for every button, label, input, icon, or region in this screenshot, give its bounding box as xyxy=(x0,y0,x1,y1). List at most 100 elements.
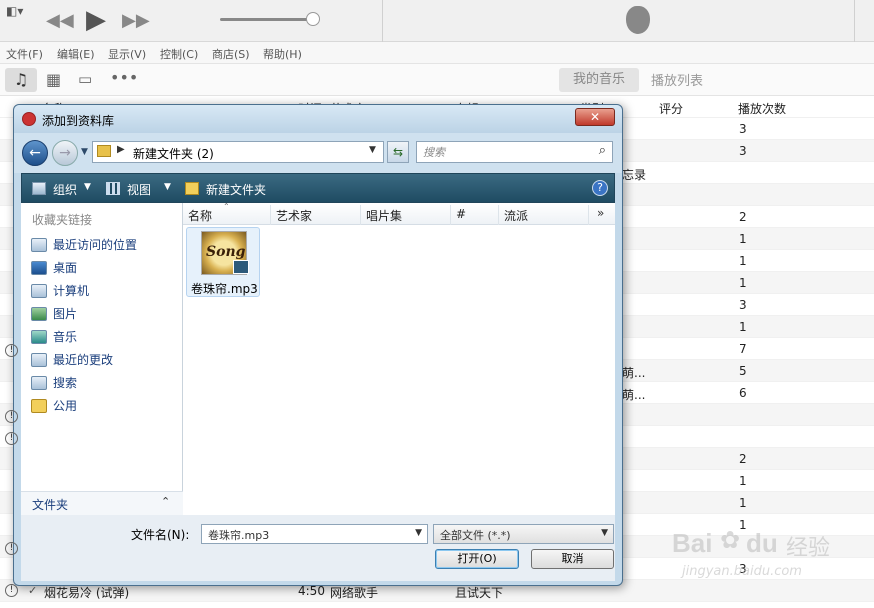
genre-cell: 萌... xyxy=(622,388,646,402)
plays-cell: 7 xyxy=(739,342,747,356)
path-dropdown-icon[interactable]: ▼ xyxy=(369,145,376,155)
watermark-url: jingyan.baidu.com xyxy=(682,564,802,579)
column-genre[interactable]: 流派 xyxy=(499,205,589,225)
history-dropdown-icon[interactable]: ▼ xyxy=(81,147,88,157)
filename-input[interactable]: 卷珠帘.mp3 ▼ xyxy=(201,524,428,544)
address-bar-area: ← → ▼ ▶ 新建文件夹 (2) ▼ ⇆ 搜索 ⌕ xyxy=(14,133,622,173)
filetype-value: 全部文件 (*.*) xyxy=(440,529,511,542)
song-name: 烟花易冷 (试弹) xyxy=(44,586,130,600)
header-rating[interactable]: 评分 xyxy=(659,100,683,117)
info-icon[interactable]: ! xyxy=(5,410,18,423)
previous-icon[interactable]: ◀◀ xyxy=(46,10,74,31)
info-icon[interactable]: ! xyxy=(5,432,18,445)
movies-icon[interactable]: ▦ xyxy=(46,70,61,89)
file-item[interactable]: Song 卷珠帘.mp3 xyxy=(186,227,260,297)
nav-item-searches[interactable]: 搜索 xyxy=(31,374,77,391)
dialog-title: 添加到资料库 xyxy=(42,114,115,128)
volume-knob[interactable] xyxy=(306,12,320,26)
info-icon[interactable]: ! xyxy=(5,584,18,597)
more-columns-icon[interactable]: » xyxy=(597,206,604,220)
volume-slider[interactable] xyxy=(220,12,320,26)
menu-bar: 文件(F) 编辑(E) 显示(V) 控制(C) 商店(S) 帮助(H) xyxy=(0,42,874,64)
navigation-pane: 收藏夹链接 最近访问的位置 桌面 计算机 图片 音乐 最近的更改 搜索 公用 文… xyxy=(21,203,183,515)
music-note-icon[interactable]: ♫ xyxy=(5,68,37,92)
chevron-up-icon[interactable]: ⌃ xyxy=(161,495,170,508)
plays-cell: 1 xyxy=(739,254,747,268)
computer-icon xyxy=(31,283,47,298)
plays-cell: 1 xyxy=(739,276,747,290)
dialog-footer: 文件名(N): 卷珠帘.mp3 ▼ 全部文件 (*.*) ▼ 打开(O) 取消 xyxy=(21,515,615,581)
header-plays[interactable]: 播放次数 xyxy=(738,100,786,117)
apple-logo-icon xyxy=(626,6,650,34)
view-button[interactable]: 视图 xyxy=(127,181,151,198)
info-icon[interactable]: ! xyxy=(5,542,18,555)
menu-store[interactable]: 商店(S) xyxy=(212,46,250,62)
folder-icon xyxy=(97,145,111,157)
watermark-brand: Bai xyxy=(672,528,713,558)
plays-cell: 5 xyxy=(739,364,747,378)
nav-item-music[interactable]: 音乐 xyxy=(31,328,77,345)
cancel-button[interactable]: 取消 xyxy=(531,549,614,569)
filetype-dropdown-icon[interactable]: ▼ xyxy=(601,528,608,538)
column-number[interactable]: # xyxy=(451,205,499,225)
filename-dropdown-icon[interactable]: ▼ xyxy=(415,528,422,538)
menu-help[interactable]: 帮助(H) xyxy=(263,46,302,62)
display-divider xyxy=(382,0,383,42)
column-album[interactable]: 唱片集 xyxy=(361,205,451,225)
sidebar-toggle-icon[interactable]: ◧▾ xyxy=(6,4,23,18)
forward-icon[interactable]: → xyxy=(52,140,78,166)
genre-cell: 萌... xyxy=(622,366,646,380)
tab-playlists[interactable]: 播放列表 xyxy=(651,70,703,89)
play-icon[interactable]: ▶ xyxy=(86,5,106,35)
paw-icon: ✿ xyxy=(720,526,741,554)
watermark: Bai ✿ du 经验 jingyan.baidu.com xyxy=(668,520,868,584)
nav-item-desktop[interactable]: 桌面 xyxy=(31,259,77,276)
column-artist[interactable]: 艺术家 xyxy=(271,205,361,225)
plays-cell: 1 xyxy=(739,232,747,246)
menu-edit[interactable]: 编辑(E) xyxy=(57,46,95,62)
more-icon[interactable]: ••• xyxy=(110,68,138,87)
tv-icon[interactable]: ▭ xyxy=(78,70,92,88)
search-icon[interactable]: ⌕ xyxy=(599,143,606,158)
file-name: 卷珠帘.mp3 xyxy=(191,282,258,296)
refresh-icon[interactable]: ⇆ xyxy=(387,141,409,163)
tab-my-music[interactable]: 我的音乐 xyxy=(559,68,639,92)
search-field[interactable]: 搜索 ⌕ xyxy=(416,141,613,163)
watermark-brand-2: du xyxy=(746,528,778,558)
path-folder[interactable]: 新建文件夹 (2) xyxy=(133,145,214,162)
new-folder-button[interactable]: 新建文件夹 xyxy=(206,181,266,198)
filename-label: 文件名(N): xyxy=(131,528,190,542)
dialog-titlebar[interactable]: 添加到资料库 ✕ xyxy=(14,105,622,133)
folders-toggle[interactable]: 文件夹 ⌃ xyxy=(21,491,183,515)
help-icon[interactable]: ? xyxy=(592,180,608,196)
file-list-pane: 名称 ⌃ 艺术家 唱片集 # 流派 » Song 卷珠帘.mp3 xyxy=(183,202,615,515)
close-button[interactable]: ✕ xyxy=(575,108,615,126)
nav-item-pictures[interactable]: 图片 xyxy=(31,305,77,322)
media-bar: ♫ ▦ ▭ ••• 我的音乐 播放列表 xyxy=(0,64,874,96)
open-button[interactable]: 打开(O) xyxy=(435,549,519,569)
nav-item-public[interactable]: 公用 xyxy=(31,397,77,414)
back-icon[interactable]: ← xyxy=(22,140,48,166)
nav-header: 收藏夹链接 xyxy=(32,213,93,227)
info-icon[interactable]: ! xyxy=(5,344,18,357)
nav-item-recent-places[interactable]: 最近访问的位置 xyxy=(31,236,137,253)
next-icon[interactable]: ▶▶ xyxy=(122,10,150,31)
plays-cell: 6 xyxy=(739,386,747,400)
nav-item-recent-changes[interactable]: 最近的更改 xyxy=(31,351,113,368)
folders-label: 文件夹 xyxy=(32,498,69,512)
nav-label: 桌面 xyxy=(53,261,78,275)
filetype-select[interactable]: 全部文件 (*.*) ▼ xyxy=(433,524,614,544)
menu-controls[interactable]: 控制(C) xyxy=(160,46,198,62)
nav-item-computer[interactable]: 计算机 xyxy=(31,282,89,299)
command-bar: 组织 ▼ 视图 ▼ 新建文件夹 ? xyxy=(21,173,615,203)
nav-label: 计算机 xyxy=(53,284,90,298)
nav-label: 音乐 xyxy=(53,330,78,344)
menu-file[interactable]: 文件(F) xyxy=(6,46,43,62)
recent-places-icon xyxy=(31,237,47,252)
menu-view[interactable]: 显示(V) xyxy=(108,46,146,62)
address-field[interactable]: ▶ 新建文件夹 (2) ▼ xyxy=(92,141,384,163)
view-dropdown-icon[interactable]: ▼ xyxy=(164,182,171,192)
organize-button[interactable]: 组织 xyxy=(53,181,77,198)
watermark-text: 经验 xyxy=(786,536,831,561)
organize-dropdown-icon[interactable]: ▼ xyxy=(84,182,91,192)
